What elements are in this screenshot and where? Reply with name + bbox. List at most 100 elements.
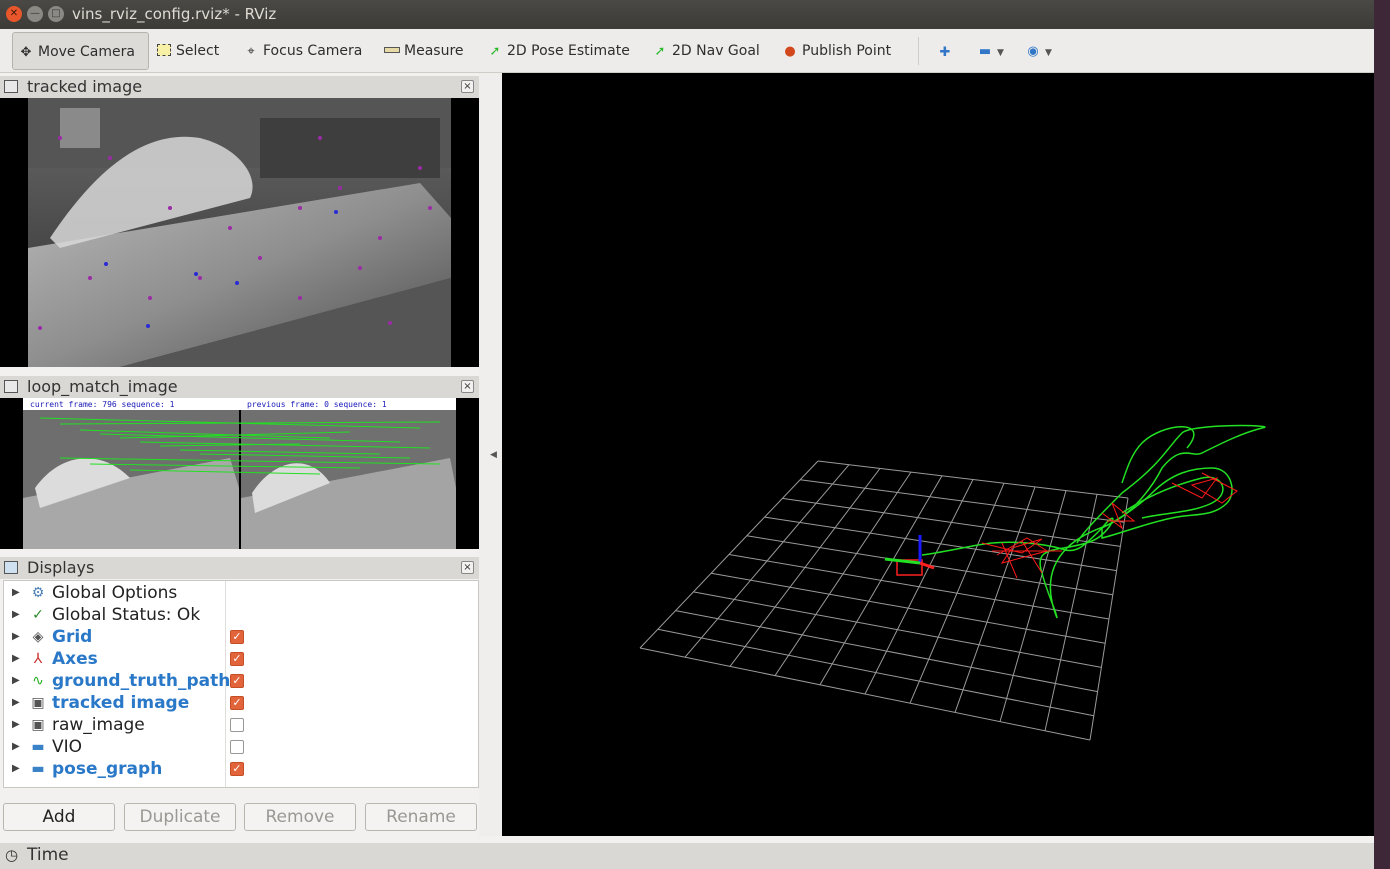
grid-line: [675, 610, 1098, 693]
tracked-image-panel-header: tracked image ×: [0, 76, 479, 98]
expand-arrow-icon[interactable]: ▶: [12, 604, 20, 626]
expand-arrow-icon[interactable]: ▶: [12, 582, 20, 604]
pose-estimate-label: 2D Pose Estimate: [507, 43, 630, 59]
remove-button[interactable]: Remove: [244, 803, 356, 831]
expand-arrow-icon[interactable]: ▶: [12, 670, 20, 692]
focus-camera-icon: ⌖: [247, 44, 255, 59]
path-icon: ∿: [32, 673, 44, 689]
display-row-pose-graph[interactable]: ▶ ▬ pose_graph ✓: [4, 758, 478, 780]
add-tool-icon: ✚: [939, 45, 951, 60]
expand-arrow-icon[interactable]: ▶: [12, 736, 20, 758]
focus-camera-tool[interactable]: ⌖ Focus Camera: [242, 37, 362, 65]
pose-graph-checkbox[interactable]: ✓: [230, 762, 244, 776]
select-tool[interactable]: Select: [155, 37, 219, 65]
expand-arrow-icon[interactable]: ▶: [12, 626, 20, 648]
grid-display: [639, 460, 1129, 741]
grid-line: [909, 483, 1005, 704]
gear-icon: ⚙: [31, 585, 45, 601]
select-icon: [155, 38, 173, 66]
image-icon: ▣: [31, 695, 45, 711]
view-icon: ◉: [1027, 44, 1039, 59]
duplicate-button[interactable]: Duplicate: [124, 803, 236, 831]
panel-title: tracked image: [27, 77, 143, 96]
axes-icon: ⅄: [33, 651, 43, 667]
tracked-image-canvas: [28, 98, 451, 367]
add-button[interactable]: Add: [3, 803, 115, 831]
image-icon: [4, 80, 18, 93]
display-row-raw-image[interactable]: ▶ ▣ raw_image: [4, 714, 478, 736]
axes-checkbox[interactable]: ✓: [230, 652, 244, 666]
close-panel-button[interactable]: ×: [461, 80, 474, 93]
maximize-window-button[interactable]: □: [48, 6, 64, 22]
3d-render-viewport[interactable]: [502, 73, 1374, 836]
move-camera-icon: ✥: [20, 45, 32, 60]
display-row-ground-truth-path[interactable]: ▶ ∿ ground_truth_path ✓: [4, 670, 478, 692]
ground-truth-path-line: [921, 424, 1266, 619]
expand-arrow-icon[interactable]: ▶: [12, 648, 20, 670]
grid-line: [657, 628, 1094, 717]
expand-arrow-icon[interactable]: ▶: [12, 714, 20, 736]
close-panel-button[interactable]: ×: [461, 380, 474, 393]
focus-camera-label: Focus Camera: [263, 43, 363, 59]
close-panel-button[interactable]: ×: [461, 561, 474, 574]
displays-panel-header: Displays ×: [0, 557, 479, 579]
display-row-vio[interactable]: ▶ ▬ VIO: [4, 736, 478, 758]
close-window-button[interactable]: ✕: [6, 6, 22, 22]
remove-tool-button[interactable]: ▬ ▼: [976, 37, 1004, 65]
pose-estimate-icon: ➚: [489, 44, 501, 59]
3d-scene[interactable]: [502, 73, 1374, 836]
nav-goal-icon: ➚: [654, 44, 666, 59]
grid-line: [1044, 494, 1098, 731]
expand-arrow-icon[interactable]: ▶: [12, 758, 20, 780]
display-row-tracked-image[interactable]: ▶ ▣ tracked image ✓: [4, 692, 478, 714]
vio-checkbox[interactable]: [230, 740, 244, 754]
window-title: vins_rviz_config.rviz* - RViz: [72, 5, 277, 23]
monitor-icon: [4, 561, 18, 574]
title-bar: ✕ — □ vins_rviz_config.rviz* - RViz: [0, 0, 1390, 29]
panel-title: loop_match_image: [27, 377, 178, 396]
nav-goal-tool[interactable]: ➚ 2D Nav Goal: [651, 37, 760, 65]
loop-match-canvas: current frame: 796 sequence: 1 previous …: [23, 398, 456, 549]
collapse-arrow-icon[interactable]: ◀: [490, 450, 497, 460]
panel-splitter[interactable]: ◀: [479, 73, 502, 836]
folder-icon: ▬: [31, 739, 45, 755]
rename-button[interactable]: Rename: [365, 803, 477, 831]
image-icon: ▣: [31, 717, 45, 733]
display-label: pose_graph: [52, 759, 163, 779]
raw-image-checkbox[interactable]: [230, 718, 244, 732]
publish-point-icon: ●: [784, 44, 796, 59]
display-label: ground_truth_path: [52, 671, 231, 691]
ground-truth-path-checkbox[interactable]: ✓: [230, 674, 244, 688]
tracked-image-checkbox[interactable]: ✓: [230, 696, 244, 710]
previous-frame-caption: previous frame: 0 sequence: 1: [247, 400, 387, 409]
measure-icon: [383, 38, 401, 66]
grid-line: [999, 490, 1067, 722]
time-panel-header: ◷ Time: [0, 843, 1374, 869]
remove-tool-icon: ▬: [978, 44, 992, 59]
publish-point-label: Publish Point: [802, 43, 892, 59]
display-row-grid[interactable]: ▶ ◈ Grid ✓: [4, 626, 478, 648]
expand-arrow-icon[interactable]: ▶: [12, 692, 20, 714]
pose-estimate-tool[interactable]: ➚ 2D Pose Estimate: [486, 37, 630, 65]
loop-match-panel-header: loop_match_image ×: [0, 376, 479, 398]
display-row-axes[interactable]: ▶ ⅄ Axes ✓: [4, 648, 478, 670]
display-row-global-options[interactable]: ▶ ⚙ Global Options: [4, 582, 478, 604]
display-row-global-status[interactable]: ▶ ✓ Global Status: Ok: [4, 604, 478, 626]
measure-tool[interactable]: Measure: [383, 37, 464, 65]
view-menu-button[interactable]: ◉ ▼: [1024, 37, 1052, 65]
clock-icon: ◷: [5, 846, 19, 864]
publish-point-tool[interactable]: ● Publish Point: [781, 37, 891, 65]
grid-line: [954, 486, 1036, 713]
minimize-window-button[interactable]: —: [27, 6, 43, 22]
move-camera-tool[interactable]: ✥ Move Camera: [12, 32, 149, 70]
grid-icon: ◈: [32, 629, 44, 645]
display-label: Global Status: Ok: [52, 605, 201, 625]
select-label: Select: [176, 43, 220, 59]
image-icon: [4, 380, 18, 393]
add-tool-button[interactable]: ✚: [936, 37, 957, 65]
check-icon: ✓: [32, 607, 44, 623]
display-label: VIO: [52, 737, 83, 757]
grid-checkbox[interactable]: ✓: [230, 630, 244, 644]
display-label: tracked image: [52, 693, 190, 713]
display-label: Global Options: [52, 583, 178, 603]
